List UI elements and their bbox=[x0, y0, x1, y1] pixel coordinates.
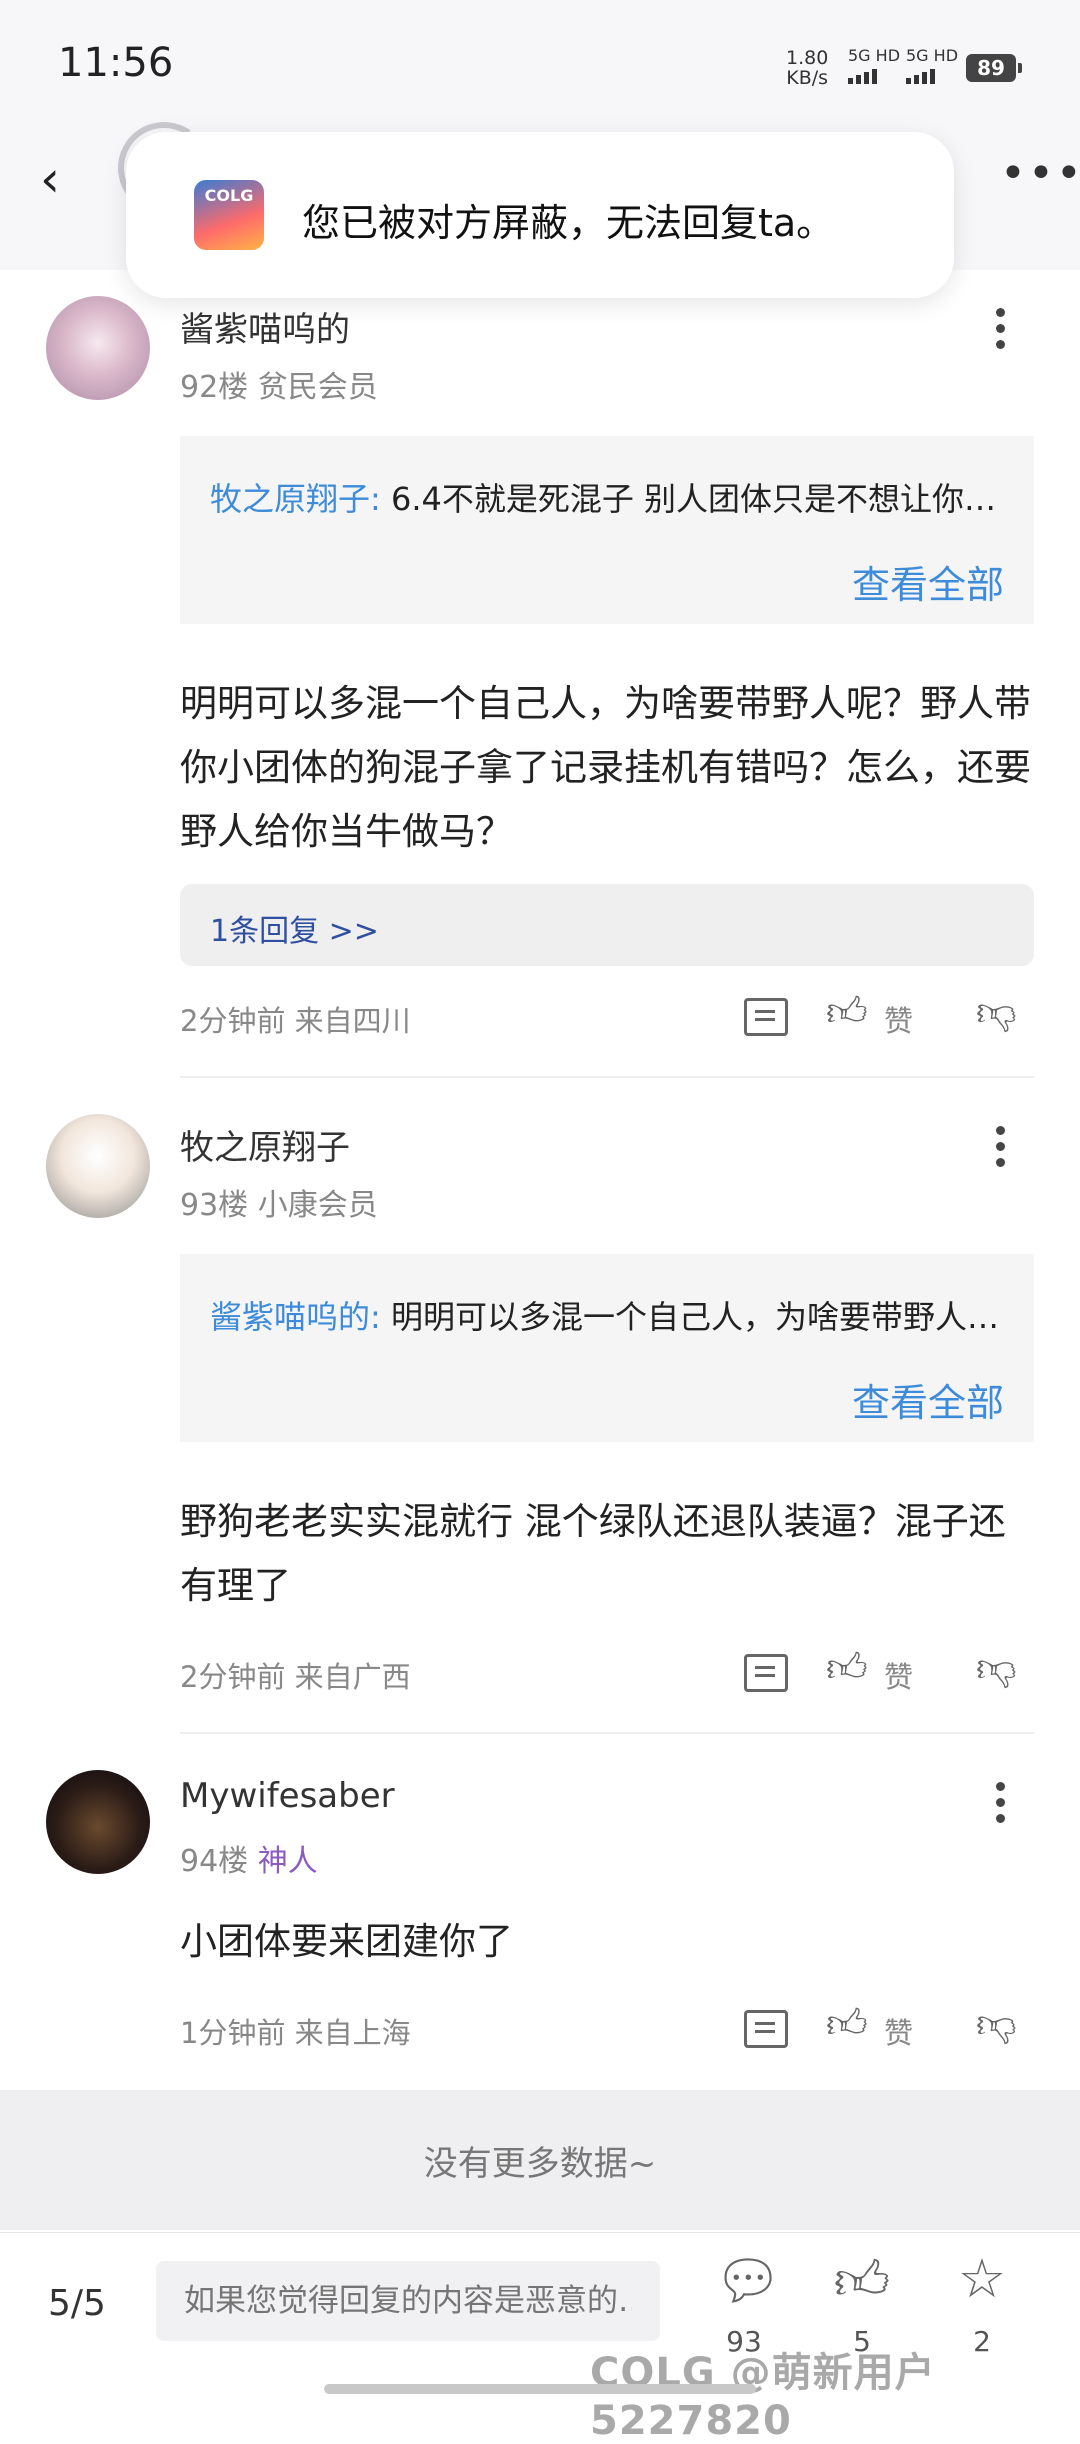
post-time: 2分钟前 bbox=[180, 1660, 286, 1694]
floor-rank: 92楼 贫民会员 bbox=[180, 362, 378, 406]
home-indicator[interactable] bbox=[324, 2384, 756, 2394]
reply-input[interactable] bbox=[156, 2261, 660, 2341]
member-rank: 贫民会员 bbox=[257, 370, 378, 405]
logo-text: COLG bbox=[204, 186, 254, 205]
page-indicator[interactable]: 5/5 bbox=[48, 2283, 106, 2324]
username[interactable]: Mywifesaber bbox=[180, 1776, 395, 1816]
comment-icon[interactable] bbox=[744, 1654, 788, 1692]
like-icon[interactable]: 👍︎ bbox=[826, 988, 868, 1036]
floor-number: 93楼 bbox=[180, 1188, 249, 1223]
post-meta: 1分钟前 来自上海 bbox=[180, 2010, 411, 2052]
avatar[interactable] bbox=[46, 1770, 150, 1874]
post-content: 明明可以多混一个自己人，为啥要带野人呢？野人带你小团体的狗混子拿了记录挂机有错吗… bbox=[180, 682, 1031, 853]
quote-author: 牧之原翔子: bbox=[210, 480, 381, 518]
signal-icon: 5G HD bbox=[848, 46, 900, 84]
like-icon[interactable]: 👍︎ bbox=[826, 1644, 868, 1692]
like-icon[interactable]: 👍︎ bbox=[826, 2000, 868, 2048]
net-speed-unit: KB/s bbox=[786, 67, 829, 89]
quote-body: 6.4不就是死混子 别人团体只是不想让你白嫖… bbox=[390, 480, 1000, 518]
avatar[interactable] bbox=[46, 1114, 150, 1218]
net-speed-value: 1.80 bbox=[786, 47, 829, 69]
like-label[interactable]: 赞 bbox=[884, 2010, 913, 2052]
like-label[interactable]: 赞 bbox=[884, 998, 913, 1040]
star-icon[interactable]: ☆ bbox=[952, 2247, 1012, 2310]
avatar[interactable] bbox=[46, 296, 150, 400]
username[interactable]: 牧之原翔子 bbox=[180, 1120, 350, 1169]
post-meta: 2分钟前 来自四川 bbox=[180, 998, 411, 1040]
back-icon[interactable]: ‹ bbox=[40, 150, 60, 208]
dislike-icon[interactable]: 👎︎ bbox=[976, 988, 1017, 1036]
comment-icon[interactable] bbox=[744, 2010, 788, 2048]
battery-icon: 89 bbox=[966, 54, 1022, 82]
post-more-icon[interactable] bbox=[995, 1126, 1005, 1174]
member-rank: 小康会员 bbox=[257, 1188, 378, 1223]
quote-box[interactable]: 牧之原翔子: 6.4不就是死混子 别人团体只是不想让你白嫖… 查看全部 bbox=[180, 436, 1034, 624]
more-icon[interactable]: ••• bbox=[1000, 148, 1080, 199]
no-more-label: 没有更多数据~ bbox=[423, 2144, 657, 2184]
post-location: 来自广西 bbox=[294, 1660, 411, 1694]
floor-number: 92楼 bbox=[180, 370, 249, 405]
post-location: 来自四川 bbox=[294, 1004, 411, 1038]
no-more-data: 没有更多数据~ bbox=[0, 2090, 1080, 2230]
signal-icon-2: 5G HD bbox=[906, 46, 958, 84]
post-content: 野狗老老实实混就行 混个绿队还退队装逼？混子还有理了 bbox=[180, 1500, 1006, 1607]
dislike-icon[interactable]: 👎︎ bbox=[976, 2000, 1017, 2048]
quote-text: 酱紫喵呜的: 明明可以多混一个自己人，为啥要带野人呢？… bbox=[210, 1292, 1000, 1338]
toast-message: 您已被对方屏蔽，无法回复ta。 bbox=[302, 201, 835, 245]
quote-body: 明明可以多混一个自己人，为啥要带野人呢？… bbox=[390, 1298, 1000, 1336]
thumbs-up-icon[interactable]: 👍︎ bbox=[832, 2249, 892, 2314]
comments-icon[interactable]: 💬︎ bbox=[714, 2249, 783, 2313]
floor-rank: 93楼 小康会员 bbox=[180, 1180, 378, 1224]
post-more-icon[interactable] bbox=[995, 1782, 1005, 1830]
like-label[interactable]: 赞 bbox=[884, 1654, 913, 1696]
replies-link[interactable]: 1条回复 >> bbox=[180, 884, 1034, 966]
replies-label: 1条回复 >> bbox=[210, 914, 379, 949]
post-time: 1分钟前 bbox=[180, 2016, 286, 2050]
quote-box[interactable]: 酱紫喵呜的: 明明可以多混一个自己人，为啥要带野人呢？… 查看全部 bbox=[180, 1254, 1034, 1442]
signal-label-2: 5G HD bbox=[906, 46, 959, 65]
quote-text: 牧之原翔子: 6.4不就是死混子 别人团体只是不想让你白嫖… bbox=[210, 474, 1000, 520]
comment-icon[interactable] bbox=[744, 998, 788, 1036]
view-all-link[interactable]: 查看全部 bbox=[852, 554, 1004, 609]
toast: COLG 您已被对方屏蔽，无法回复ta。 bbox=[126, 132, 954, 298]
status-time: 11:56 bbox=[58, 40, 174, 86]
signal-label: 5G HD bbox=[848, 46, 901, 65]
divider bbox=[180, 1076, 1034, 1078]
post-meta: 2分钟前 来自广西 bbox=[180, 1654, 411, 1696]
floor-rank: 94楼 神人 bbox=[180, 1836, 318, 1880]
quote-author: 酱紫喵呜的: bbox=[210, 1298, 381, 1336]
divider bbox=[180, 1732, 1034, 1734]
username[interactable]: 酱紫喵呜的 bbox=[180, 302, 350, 351]
net-speed: 1.80 KB/s bbox=[786, 48, 828, 88]
floor-number: 94楼 bbox=[180, 1844, 249, 1879]
dislike-icon[interactable]: 👎︎ bbox=[976, 1644, 1017, 1692]
view-all-link[interactable]: 查看全部 bbox=[852, 1372, 1004, 1427]
member-rank: 神人 bbox=[257, 1844, 318, 1879]
post-location: 来自上海 bbox=[294, 2016, 411, 2050]
post-content: 小团体要来团建你了 bbox=[180, 1920, 513, 1963]
post-more-icon[interactable] bbox=[995, 308, 1005, 356]
post-time: 2分钟前 bbox=[180, 1004, 286, 1038]
colg-logo-icon: COLG bbox=[194, 180, 264, 250]
